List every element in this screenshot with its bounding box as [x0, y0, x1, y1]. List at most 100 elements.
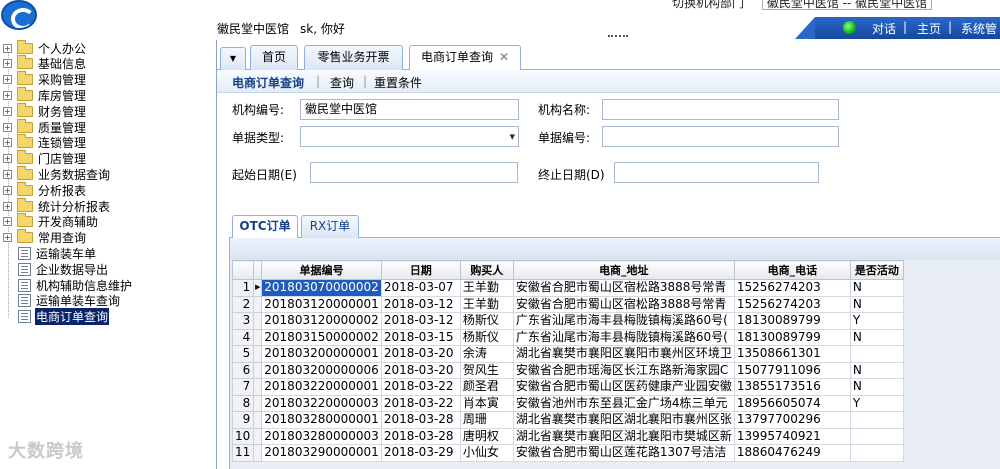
cell-buyer[interactable]: 余涛	[459, 345, 514, 363]
cell-date[interactable]: 2018-03-12	[380, 312, 461, 330]
cell-phone[interactable]: 18130089799	[733, 312, 851, 330]
table-row[interactable]: 6 201803200000006 2018-03-20 贺风生 安徽省合肥市瑶海区长江…	[231, 361, 904, 379]
nav-settings-link[interactable]: 系统管	[961, 20, 997, 37]
cell-date[interactable]: 2018-03-28	[380, 411, 461, 429]
tree-leaf-item[interactable]: 企业数据导出	[0, 261, 109, 277]
expand-icon[interactable]: +	[3, 90, 12, 100]
tree-folder[interactable]: + 基础信息	[0, 55, 87, 72]
cell-phone[interactable]: 13855173516	[733, 378, 851, 396]
col-header-doc-no[interactable]: 单据编号	[261, 260, 382, 280]
cell-buyer[interactable]: 肖本寅	[459, 394, 514, 412]
tab-home[interactable]: 首页	[250, 45, 298, 70]
tree-folder[interactable]: + 门店管理	[0, 150, 87, 167]
cell-doc-no[interactable]: 201803200000001	[261, 345, 382, 363]
tree-folder[interactable]: + 质量管理	[0, 118, 87, 135]
cell-is-promo[interactable]: N	[849, 328, 904, 346]
table-row[interactable]: 5 201803200000001 2018-03-20 余涛 湖北省襄樊市襄阳区襄阳市…	[231, 345, 904, 363]
cell-buyer[interactable]: 王羊勤	[459, 295, 514, 313]
cell-phone[interactable]: 18956605074	[733, 394, 851, 412]
cell-doc-no[interactable]: 201803290000001	[261, 444, 382, 462]
expand-icon[interactable]: +	[3, 75, 12, 85]
tree-folder[interactable]: + 分析报表	[0, 181, 87, 198]
cell-doc-no[interactable]: 201803070000002	[261, 279, 382, 297]
cell-buyer[interactable]: 周珊	[459, 411, 514, 429]
cell-doc-no[interactable]: 201803280000001	[261, 411, 382, 429]
expand-icon[interactable]: +	[3, 233, 12, 243]
cell-date[interactable]: 2018-03-29	[380, 444, 461, 462]
cell-buyer[interactable]: 小仙女	[459, 444, 514, 462]
cell-is-promo[interactable]: N	[849, 279, 904, 297]
reset-button[interactable]: 重置条件	[374, 74, 422, 91]
cell-buyer[interactable]: 杨斯仪	[459, 328, 514, 346]
cell-date[interactable]: 2018-03-12	[380, 295, 461, 313]
table-row[interactable]: 9 201803280000001 2018-03-28 周珊 湖北省襄樊市襄阳区湖北襄…	[231, 411, 904, 429]
expand-icon[interactable]: +	[3, 217, 12, 227]
col-header-address[interactable]: 电商_地址	[512, 260, 735, 280]
cell-is-promo[interactable]: N	[849, 361, 904, 379]
close-icon[interactable]: ✕	[499, 46, 509, 69]
cell-doc-no[interactable]: 201803280000003	[261, 427, 382, 445]
cell-buyer[interactable]: 王羊勤	[459, 279, 514, 297]
cell-date[interactable]: 2018-03-20	[380, 361, 461, 379]
table-row[interactable]: 8 201803220000003 2018-03-22 肖本寅 安徽省池州市东至县汇金…	[231, 394, 904, 412]
start-date-field[interactable]	[310, 162, 518, 183]
table-row[interactable]: 4 201803150000002 2018-03-15 杨斯仪 广东省汕尾市海丰县梅陇…	[231, 328, 904, 346]
query-button[interactable]: 查询	[330, 74, 354, 91]
col-header-date[interactable]: 日期	[380, 260, 461, 280]
cell-phone[interactable]: 18130089799	[733, 328, 851, 346]
table-row[interactable]: 11 201803290000001 2018-03-29 小仙女 安徽省合肥市蜀山区莲…	[231, 444, 904, 462]
expand-icon[interactable]: +	[3, 106, 12, 116]
cell-phone[interactable]: 15256274203	[733, 295, 851, 313]
tab-retail-billing[interactable]: 零售业务开票	[304, 45, 403, 70]
cell-doc-no[interactable]: 201803220000003	[261, 394, 382, 412]
cell-doc-no[interactable]: 201803220000001	[261, 378, 382, 396]
tree-folder[interactable]: + 个人办公	[0, 39, 87, 56]
doc-type-select[interactable]	[300, 126, 519, 147]
org-switcher[interactable]: 切换机构部门 徽民堂中医馆 -- 徽民堂中医馆	[672, 0, 933, 11]
cell-is-promo[interactable]: Y	[849, 312, 904, 330]
cell-is-promo[interactable]: N	[849, 295, 904, 313]
table-row[interactable]: 10 201803280000003 2018-03-28 唐明权 湖北省襄樊市襄阳区湖…	[231, 427, 904, 445]
expand-icon[interactable]: +	[3, 138, 12, 148]
expand-icon[interactable]: +	[3, 122, 12, 132]
table-row[interactable]: 2 201803120000001 2018-03-12 王羊勤 安徽省合肥市蜀山区宿松…	[231, 295, 904, 313]
expand-icon[interactable]: +	[3, 185, 12, 195]
tree-leaf-item[interactable]: 机构辅助信息维护	[0, 277, 133, 293]
tab-rx-orders[interactable]: RX订单	[301, 215, 359, 238]
cell-address[interactable]: 安徽省合肥市蜀山区宿松路3888号常青	[512, 279, 735, 297]
cell-is-promo[interactable]	[849, 411, 904, 429]
cell-address[interactable]: 安徽省合肥市蜀山区医药健康产业园安徽	[512, 378, 735, 396]
cell-buyer[interactable]: 唐明权	[459, 427, 514, 445]
tree-folder[interactable]: + 库房管理	[0, 86, 87, 103]
col-header-is-promo[interactable]: 是否活动	[849, 260, 904, 280]
tree-leaf-item[interactable]: 运输装车单	[0, 245, 97, 261]
cell-buyer[interactable]: 贺风生	[459, 361, 514, 379]
cell-phone[interactable]: 18860476249	[733, 444, 851, 462]
cell-date[interactable]: 2018-03-22	[380, 394, 461, 412]
cell-phone[interactable]: 13797700296	[733, 411, 851, 429]
table-row[interactable]: 3 201803120000002 2018-03-12 杨斯仪 广东省汕尾市海丰县梅陇…	[231, 312, 904, 330]
expand-icon[interactable]: +	[3, 43, 12, 53]
tree-folder[interactable]: + 财务管理	[0, 102, 87, 119]
expand-icon[interactable]: +	[3, 154, 12, 164]
table-row[interactable]: 7 201803220000001 2018-03-22 颜圣君 安徽省合肥市蜀山区医药…	[231, 378, 904, 396]
org-name-field[interactable]	[602, 99, 839, 120]
cell-doc-no[interactable]: 201803200000006	[261, 361, 382, 379]
cell-date[interactable]: 2018-03-22	[380, 378, 461, 396]
cell-is-promo[interactable]	[849, 444, 904, 462]
expand-icon[interactable]: +	[3, 201, 12, 211]
nav-dialog-link[interactable]: 对话	[872, 20, 896, 37]
cell-is-promo[interactable]	[849, 427, 904, 445]
cell-address[interactable]: 广东省汕尾市海丰县梅陇镇梅溪路60号(	[512, 312, 735, 330]
tree-folder[interactable]: + 常用查询	[0, 229, 87, 246]
cell-phone[interactable]: 15256274203	[733, 279, 851, 297]
cell-date[interactable]: 2018-03-15	[380, 328, 461, 346]
tab-menu-button[interactable]: ▼	[220, 47, 246, 70]
tree-leaf-item[interactable]: 电商订单查询	[0, 308, 110, 326]
splitter-grip[interactable]	[608, 35, 628, 37]
tree-folder[interactable]: + 采购管理	[0, 71, 87, 88]
cell-address[interactable]: 安徽省合肥市瑶海区长江东路新海家园C	[512, 361, 735, 379]
cell-doc-no[interactable]: 201803150000002	[261, 328, 382, 346]
tab-otc-orders[interactable]: OTC订单	[232, 215, 298, 239]
cell-date[interactable]: 2018-03-20	[380, 345, 461, 363]
